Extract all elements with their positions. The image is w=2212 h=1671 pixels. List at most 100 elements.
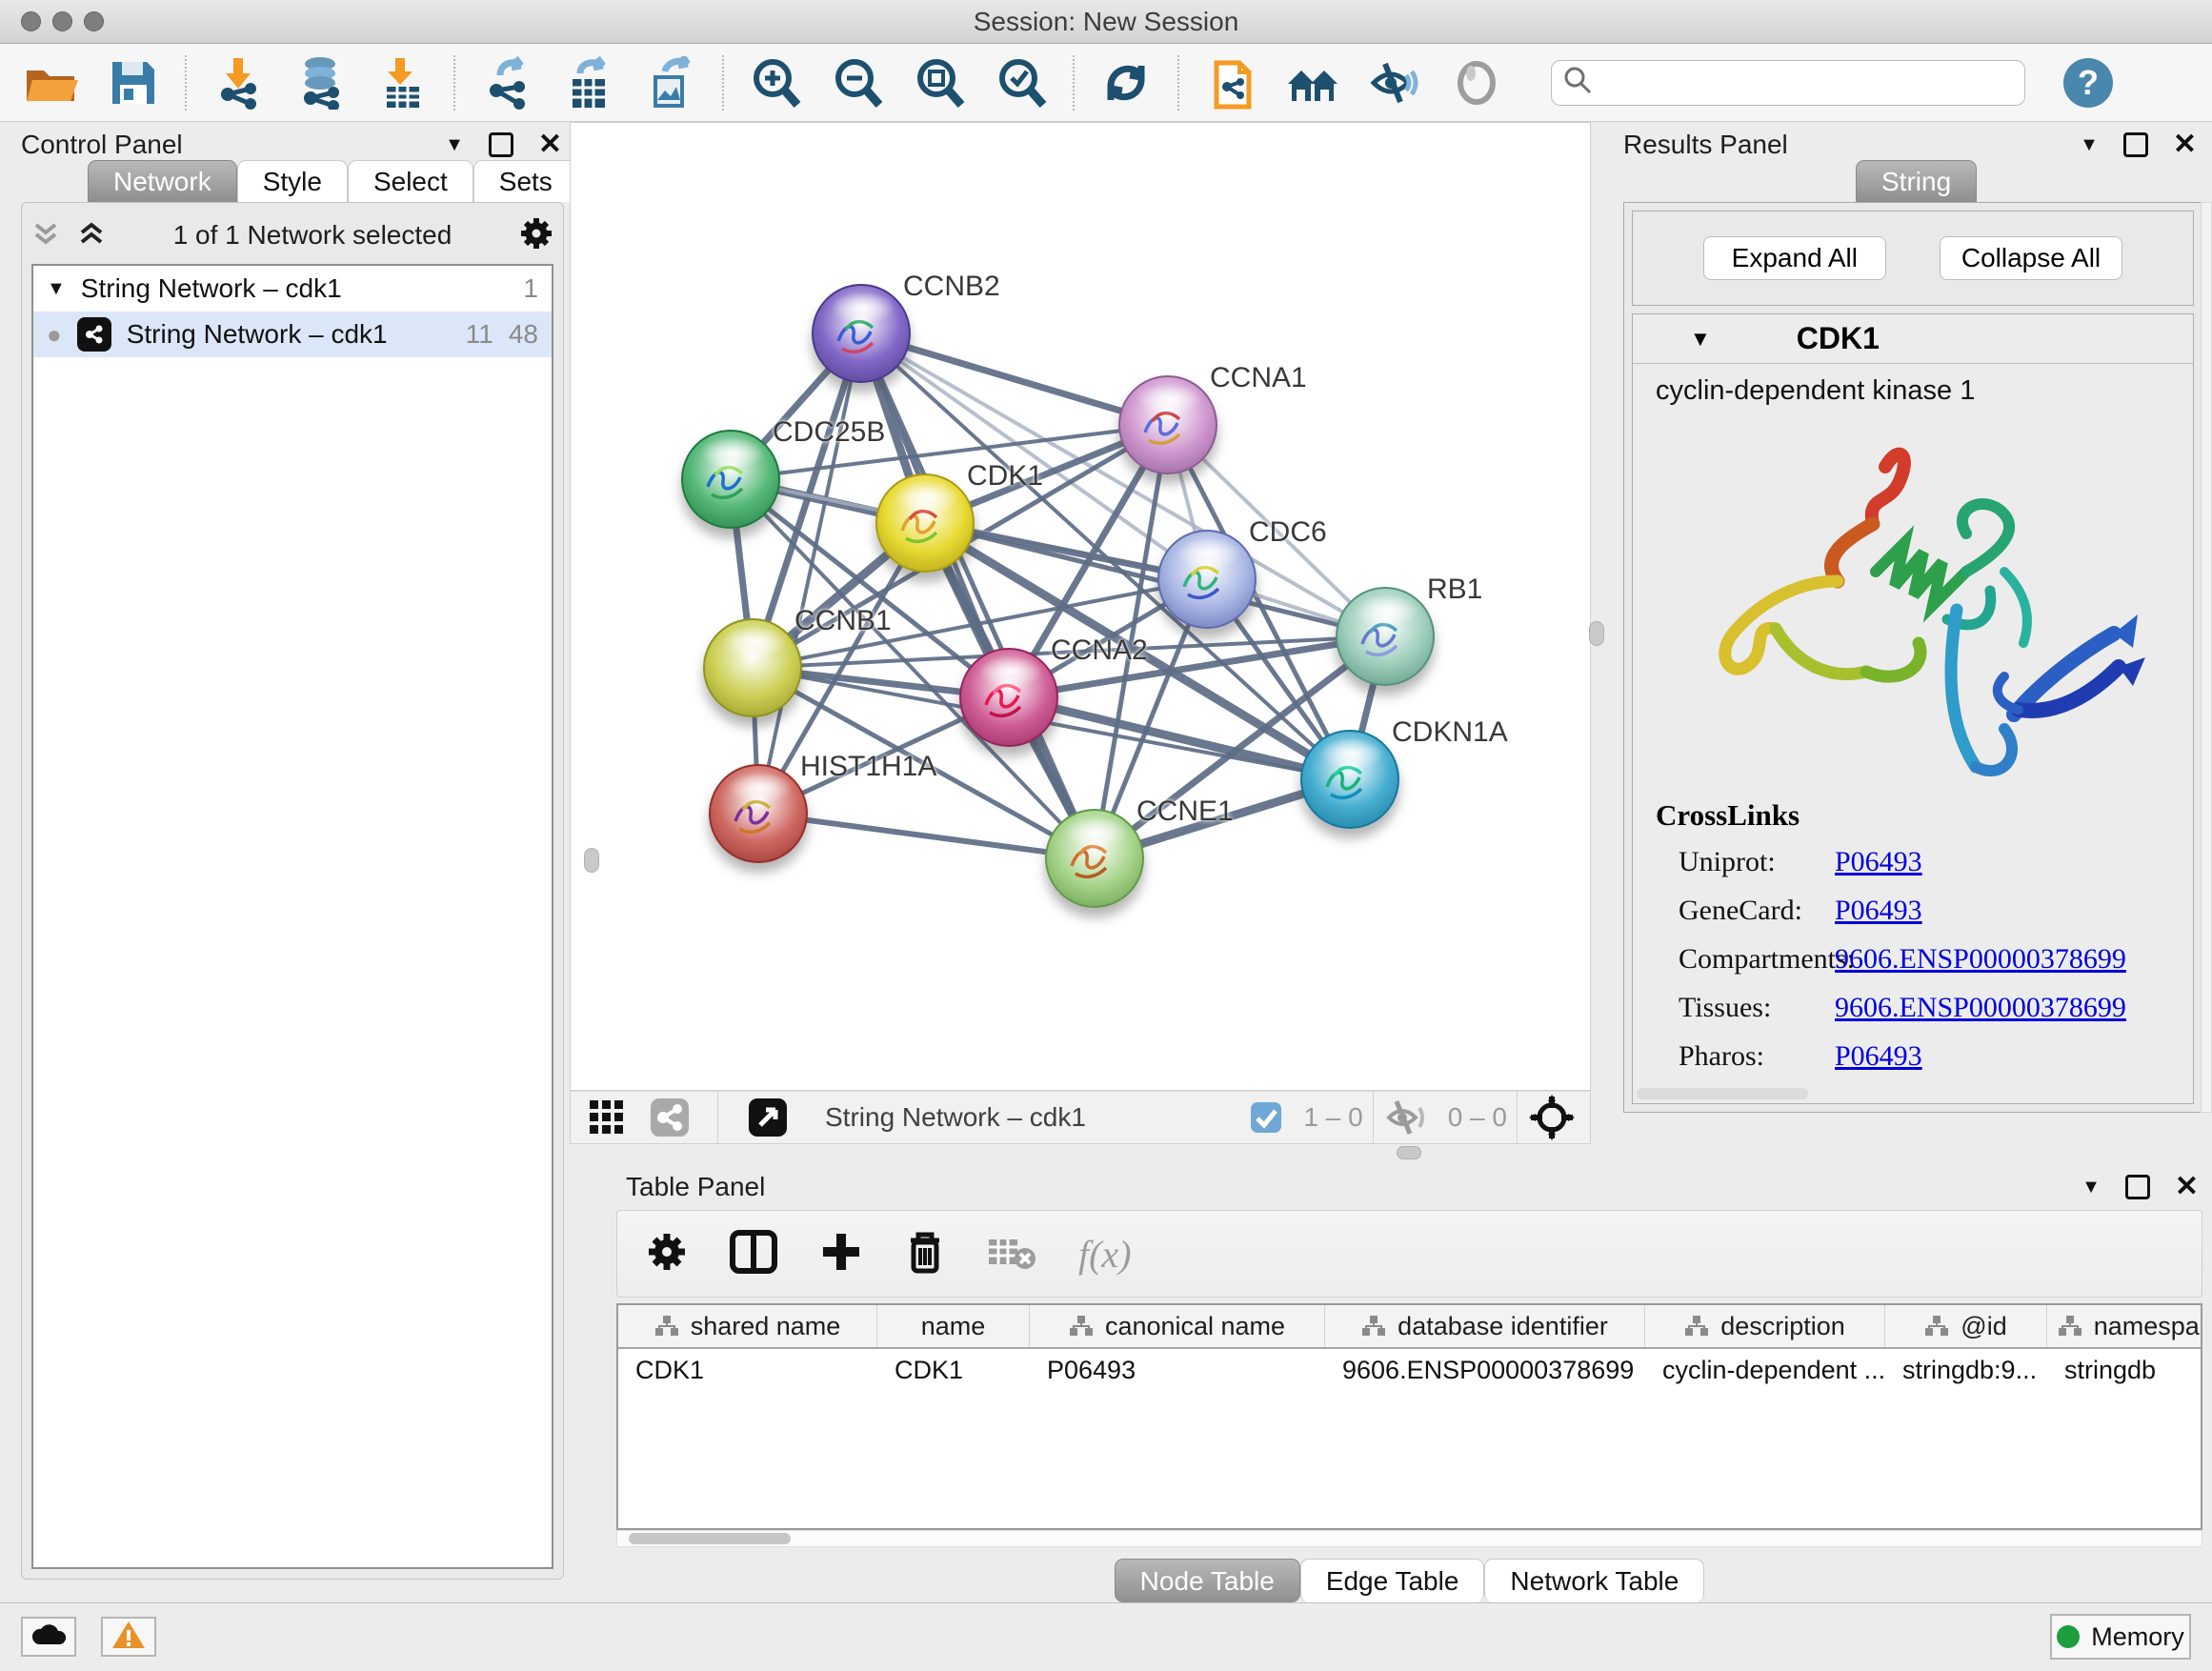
zoom-in-button[interactable]	[749, 56, 802, 110]
float-panel-icon[interactable]	[2125, 1175, 2150, 1199]
zoom-fit-button[interactable]	[913, 56, 966, 110]
panel-menu-icon[interactable]: ▼	[445, 134, 464, 156]
maximize-window-button[interactable]	[84, 11, 104, 31]
close-window-button[interactable]	[21, 11, 41, 31]
table-cell[interactable]: CDK1	[618, 1356, 877, 1385]
selected-checkbox-icon[interactable]	[1250, 1101, 1282, 1134]
close-panel-icon[interactable]: ✕	[2173, 131, 2197, 159]
export-image-button[interactable]	[644, 56, 697, 110]
table-cell[interactable]: stringdb	[2047, 1356, 2202, 1385]
home-view-button[interactable]	[1286, 56, 1339, 110]
table-cell[interactable]: CDK1	[877, 1356, 1030, 1385]
results-panel-scrollbar[interactable]	[2201, 202, 2212, 1113]
column-header-namespace[interactable]: namespace	[2047, 1305, 2202, 1347]
refresh-button[interactable]	[1099, 56, 1153, 110]
help-button[interactable]: ?	[2063, 58, 2113, 108]
close-panel-icon[interactable]: ✕	[2175, 1173, 2199, 1201]
network-row[interactable]: ● String Network – cdk1 11 48	[33, 312, 552, 357]
import-table-button[interactable]	[375, 56, 429, 110]
network-node-CDKN1A[interactable]	[1300, 730, 1399, 829]
grid-view-icon[interactable]	[588, 1098, 626, 1137]
table-cell[interactable]: cyclin-dependent ...	[1645, 1356, 1885, 1385]
network-node-CDC6[interactable]	[1157, 530, 1257, 629]
delete-column-trash-icon[interactable]	[905, 1229, 945, 1279]
table-horizontal-scrollbar[interactable]	[616, 1530, 2202, 1547]
tab-string[interactable]: String	[1856, 160, 1977, 202]
export-table-button[interactable]	[562, 56, 615, 110]
tab-style[interactable]: Style	[237, 160, 348, 202]
cloud-status-button[interactable]	[21, 1617, 76, 1657]
hide-unhide-button[interactable]	[1368, 56, 1421, 110]
tab-sets[interactable]: Sets	[473, 160, 578, 202]
open-session-button[interactable]	[25, 56, 78, 110]
zoom-selected-button[interactable]	[995, 56, 1048, 110]
panel-menu-icon[interactable]: ▼	[2081, 1177, 2101, 1198]
tab-edge-table[interactable]: Edge Table	[1300, 1559, 1485, 1602]
network-node-CCNA2[interactable]	[959, 648, 1058, 747]
column-header-canonical-name[interactable]: canonical name	[1030, 1305, 1325, 1347]
network-node-CCNB2[interactable]	[812, 284, 911, 383]
network-node-CCNB1[interactable]	[703, 618, 802, 717]
show-columns-icon[interactable]	[730, 1230, 777, 1278]
network-node-CDK1[interactable]	[875, 473, 975, 573]
network-node-RB1[interactable]	[1336, 587, 1435, 686]
column-header--id[interactable]: @id	[1885, 1305, 2047, 1347]
expand-all-button[interactable]: Expand All	[1703, 236, 1886, 280]
tab-network[interactable]: Network	[88, 160, 237, 202]
minimize-window-button[interactable]	[52, 11, 72, 31]
crosslink-link[interactable]: 9606.ENSP00000378699	[1835, 992, 2126, 1024]
collapse-all-networks-icon[interactable]	[31, 219, 60, 252]
fit-selected-crosshair-icon[interactable]	[1529, 1095, 1575, 1140]
scrollbar-thumb[interactable]	[629, 1533, 791, 1544]
save-session-button[interactable]	[107, 56, 160, 110]
memory-button[interactable]: Memory	[2050, 1614, 2191, 1660]
network-node-CCNE1[interactable]	[1045, 809, 1144, 908]
eye-button[interactable]	[1450, 56, 1503, 110]
zoom-out-button[interactable]	[831, 56, 884, 110]
table-cell[interactable]: 9606.ENSP00000378699	[1325, 1356, 1645, 1385]
warnings-button[interactable]	[101, 1617, 156, 1657]
network-node-CDC25B[interactable]	[681, 430, 780, 529]
import-network-file-button[interactable]	[211, 56, 265, 110]
table-row[interactable]: CDK1CDK1P064939606.ENSP00000378699cyclin…	[618, 1349, 2201, 1391]
gene-expand-icon[interactable]: ▼	[1690, 327, 1711, 352]
crosslink-link[interactable]: P06493	[1835, 1040, 1922, 1073]
edge-CCNB2-HIST1H1A[interactable]	[758, 333, 861, 814]
left-splitter-handle[interactable]	[584, 848, 599, 873]
column-header-description[interactable]: description	[1645, 1305, 1885, 1347]
tab-node-table[interactable]: Node Table	[1115, 1559, 1300, 1602]
string-document-button[interactable]	[1204, 56, 1257, 110]
network-overview-icon[interactable]	[649, 1097, 691, 1138]
import-network-database-button[interactable]	[293, 56, 347, 110]
column-header-database-identifier[interactable]: database identifier	[1325, 1305, 1645, 1347]
network-options-gear-icon[interactable]	[519, 216, 553, 255]
table-cell[interactable]: P06493	[1030, 1356, 1325, 1385]
crosslink-link[interactable]: P06493	[1835, 895, 1922, 927]
close-panel-icon[interactable]: ✕	[538, 131, 562, 159]
network-collection-row[interactable]: ▼ String Network – cdk1 1	[33, 266, 552, 312]
table-cell[interactable]: stringdb:9...	[1885, 1356, 2047, 1385]
float-panel-icon[interactable]	[489, 132, 513, 157]
right-splitter-handle[interactable]	[1589, 621, 1604, 646]
panel-menu-icon[interactable]: ▼	[2080, 134, 2099, 156]
network-node-HIST1H1A[interactable]	[709, 764, 808, 863]
column-header-name[interactable]: name	[877, 1305, 1030, 1347]
network-view-canvas[interactable]: CCNB2CCNA1CDC25BCDK1CDC6RB1CCNB1CCNA2CDK…	[570, 122, 1591, 1091]
expand-all-networks-icon[interactable]	[77, 219, 106, 252]
tab-network-table[interactable]: Network Table	[1484, 1559, 1704, 1602]
birdseye-toggle-icon[interactable]	[747, 1097, 789, 1138]
crosslink-link[interactable]: P06493	[1835, 846, 1922, 878]
hidden-eye-slash-icon[interactable]	[1385, 1099, 1427, 1136]
crosslink-link[interactable]: 9606.ENSP00000378699	[1835, 943, 2126, 976]
table-settings-gear-icon[interactable]	[646, 1231, 688, 1278]
column-header-shared-name[interactable]: shared name	[618, 1305, 877, 1347]
search-input[interactable]	[1599, 68, 2000, 97]
collapse-all-button[interactable]: Collapse All	[1940, 236, 2122, 280]
export-network-button[interactable]	[480, 56, 533, 110]
network-node-CCNA1[interactable]	[1118, 375, 1217, 474]
tab-select[interactable]: Select	[348, 160, 473, 202]
edge-HIST1H1A-CCNE1[interactable]	[758, 814, 1095, 858]
float-panel-icon[interactable]	[2123, 132, 2148, 157]
add-column-icon[interactable]	[819, 1230, 863, 1278]
gene-panel-header[interactable]: ▼ CDK1	[1633, 314, 2193, 364]
